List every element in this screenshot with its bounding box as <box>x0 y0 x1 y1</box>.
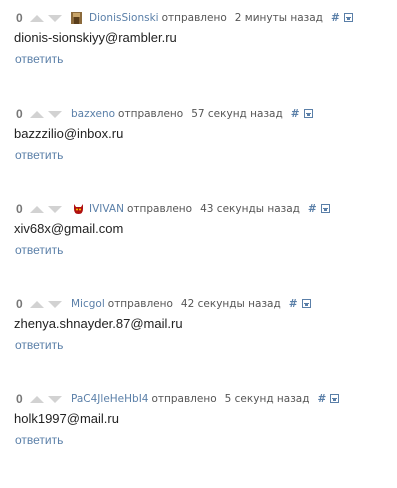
author-link[interactable]: Micgol <box>71 298 105 310</box>
vote-up-icon[interactable] <box>30 206 44 213</box>
vote-down-icon[interactable] <box>48 396 62 403</box>
avatar[interactable] <box>71 12 82 24</box>
author-link[interactable]: PaC4JleHeHbI4 <box>71 393 148 405</box>
comment: 0 DionisSionski отправлено 2 минуты назад #… <box>0 10 397 90</box>
save-icon[interactable] <box>330 394 340 403</box>
vote-down-icon[interactable] <box>48 111 62 118</box>
author-link[interactable]: DionisSionski <box>89 12 159 24</box>
avatar[interactable] <box>73 203 84 215</box>
sent-label: отправлено <box>107 298 173 310</box>
save-icon[interactable] <box>301 299 311 308</box>
timestamp-link[interactable]: 43 секунды назад <box>200 203 300 215</box>
vote-up-icon[interactable] <box>30 301 44 308</box>
permalink-hash[interactable]: # <box>291 108 300 120</box>
reply-link[interactable]: ответить <box>15 52 63 66</box>
comment-text: bazzzilio@inbox.ru <box>14 126 124 141</box>
permalink-hash[interactable]: # <box>318 393 327 405</box>
comment-score: 0 <box>16 297 23 311</box>
comment: 0 IVIVAN отправлено 43 секунды назад # xiv6… <box>0 201 397 281</box>
comment: 0 PaC4JleHeHbI4 отправлено 5 секунд назад #… <box>0 391 397 471</box>
permalink-hash[interactable]: # <box>308 203 317 215</box>
comment: 0 Micgol отправлено 42 секунды назад # zhen… <box>0 296 397 376</box>
vote-down-icon[interactable] <box>48 15 62 22</box>
comment-score: 0 <box>16 202 23 216</box>
vote-down-icon[interactable] <box>48 301 62 308</box>
timestamp-link[interactable]: 57 секунд назад <box>191 108 283 120</box>
permalink-hash[interactable]: # <box>289 298 298 310</box>
reply-link[interactable]: ответить <box>15 148 63 162</box>
save-icon[interactable] <box>343 13 353 22</box>
save-icon[interactable] <box>320 204 330 213</box>
sent-label: отправлено <box>161 12 227 24</box>
reply-link[interactable]: ответить <box>15 243 63 257</box>
sent-label: отправлено <box>151 393 217 405</box>
comment-text: dionis-sionskiyy@rambler.ru <box>14 30 177 45</box>
timestamp-link[interactable]: 5 секунд назад <box>225 393 310 405</box>
vote-down-icon[interactable] <box>48 206 62 213</box>
vote-up-icon[interactable] <box>30 396 44 403</box>
permalink-hash[interactable]: # <box>331 12 340 24</box>
sent-label: отправлено <box>126 203 193 215</box>
vote-up-icon[interactable] <box>30 111 44 118</box>
vote-up-icon[interactable] <box>30 15 44 22</box>
comment: 0 bazxeno отправлено 57 секунд назад # bazz… <box>0 106 397 186</box>
timestamp-link[interactable]: 42 секунды назад <box>181 298 281 310</box>
reply-link[interactable]: ответить <box>15 338 63 352</box>
author-link[interactable]: IVIVAN <box>89 203 124 215</box>
comment-score: 0 <box>16 107 23 121</box>
comment-score: 0 <box>16 11 23 25</box>
save-icon[interactable] <box>303 109 313 118</box>
reply-link[interactable]: ответить <box>15 433 63 447</box>
author-link[interactable]: bazxeno <box>71 108 115 120</box>
sent-label: отправлено <box>118 108 184 120</box>
comment-text: zhenya.shnayder.87@mail.ru <box>14 316 183 331</box>
comment-text: xiv68x@gmail.com <box>14 221 124 236</box>
comment-text: holk1997@mail.ru <box>14 411 119 426</box>
comment-score: 0 <box>16 392 23 406</box>
timestamp-link[interactable]: 2 минуты назад <box>235 12 323 24</box>
